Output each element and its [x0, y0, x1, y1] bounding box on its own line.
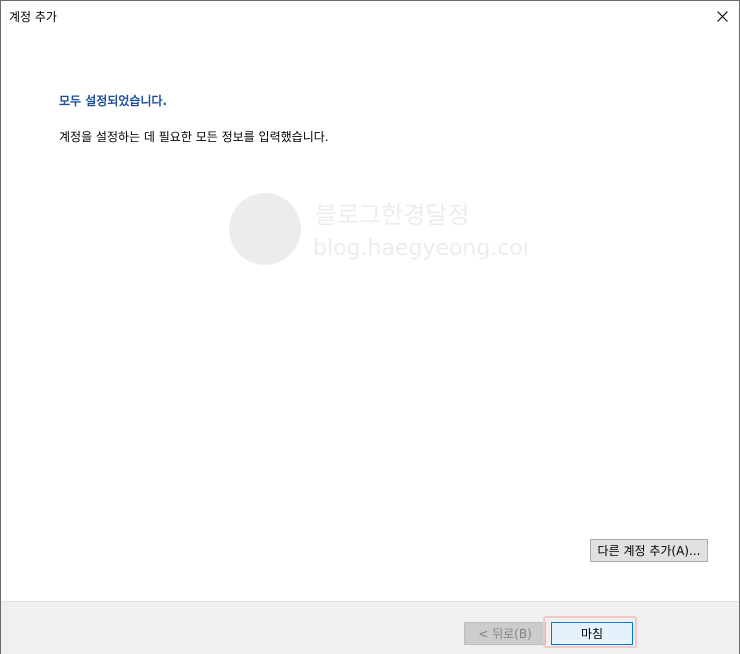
- watermark-url: blog.haegyeong.com: [313, 236, 527, 261]
- add-another-account-button[interactable]: 다른 계정 추가(A)...: [590, 539, 708, 562]
- dialog-footer: < 뒤로(B) 마침: [1, 601, 739, 654]
- setup-complete-heading: 모두 설정되었습니다.: [59, 94, 168, 108]
- finish-highlight: 마침: [543, 616, 637, 648]
- back-button[interactable]: < 뒤로(B): [464, 622, 546, 645]
- close-button[interactable]: [705, 1, 739, 31]
- watermark: 블로그한경달정 blog.haegyeong.com: [227, 191, 544, 315]
- close-icon: [716, 10, 728, 22]
- watermark-title: 블로그한경달정: [315, 201, 470, 229]
- finish-button[interactable]: 마침: [551, 622, 633, 645]
- title-bar: 계정 추가: [1, 1, 739, 31]
- add-account-dialog: 계정 추가 모두 설정되었습니다. 계정을 설정하는 데 필요한 모든 정보를 …: [0, 0, 740, 654]
- dialog-content: 모두 설정되었습니다. 계정을 설정하는 데 필요한 모든 정보를 입력했습니다…: [1, 31, 739, 601]
- setup-complete-description: 계정을 설정하는 데 필요한 모든 정보를 입력했습니다.: [59, 130, 329, 144]
- window-title: 계정 추가: [9, 10, 57, 24]
- watermark-logo: 블로그한경달정 blog.haegyeong.com: [229, 193, 544, 265]
